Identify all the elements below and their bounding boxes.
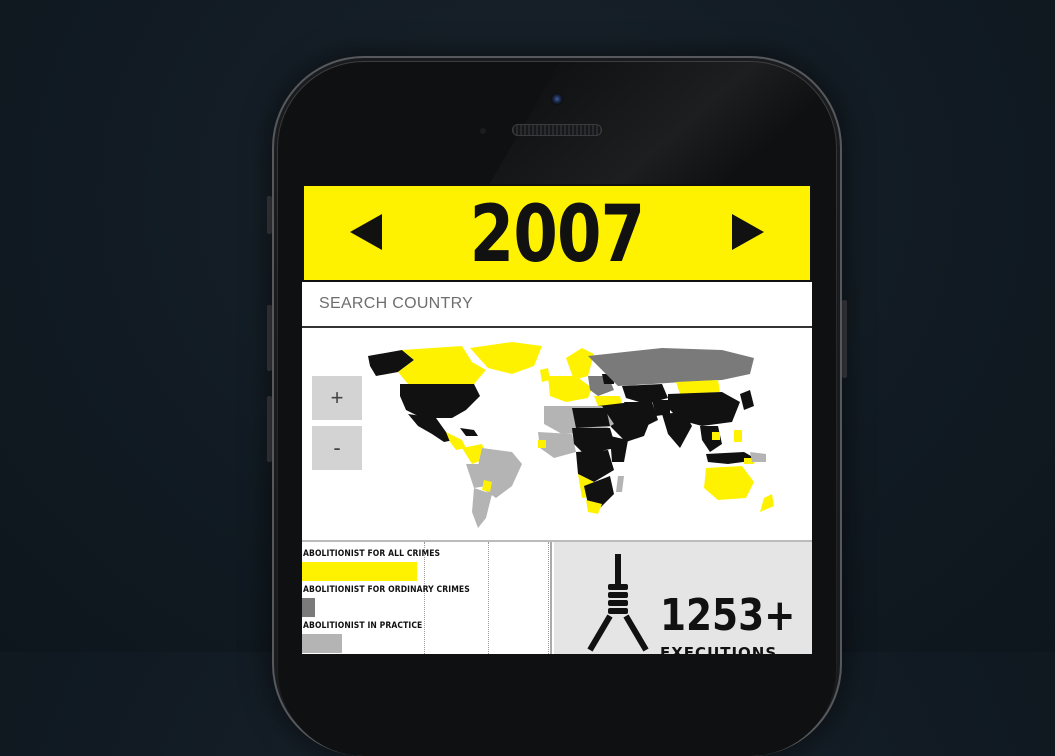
map-region-madagascar [616,476,624,492]
map-region-papua [750,452,766,462]
power-button [842,300,847,378]
legend-bar-abolitionist-practice[interactable] [302,634,342,653]
map-region-usa [400,384,480,418]
map-region-canada [398,346,486,386]
triangle-right-icon[interactable] [732,214,764,250]
legend-gridline [548,542,549,654]
map-region-korea-japan [740,390,754,410]
world-map[interactable] [362,336,802,532]
year-label: 2007 [469,190,646,280]
map-region-new-zealand [760,494,774,512]
map-region-western-europe [548,376,592,402]
search-country-input[interactable] [302,282,789,326]
map-region-argentina [472,488,492,528]
legend-label-abolitionist-all: ABOLITIONIST FOR ALL CRIMES [303,549,441,559]
legend-label-abolitionist-ordinary: ABOLITIONIST FOR ORDINARY CRIMES [303,585,470,595]
zoom-out-button[interactable]: - [312,426,362,470]
map-region-sudan-chad [572,428,616,454]
map-region-cambodia [712,432,720,440]
map-region-mongolia [676,380,720,394]
legend-gridline [488,542,489,654]
executions-count: 1253+ [660,590,796,641]
map-region-libya-egypt [572,408,610,428]
map-region-scandinavia [566,348,594,380]
map-region-mexico [408,414,454,442]
earpiece-speaker [512,124,602,136]
noose-icon [587,554,649,652]
app-screen: 2007 + - [302,184,812,654]
map-region-philippines [734,430,742,442]
map-region-russia [588,348,754,386]
proximity-sensor [480,128,486,134]
legend-bar-abolitionist-ordinary[interactable] [302,598,315,617]
executions-label: EXECUTIONS [660,644,778,654]
map-region-uk [540,368,550,382]
executions-panel: 1253+ EXECUTIONS [554,542,812,654]
year-selector: 2007 [302,184,812,282]
world-map-panel: + - [302,328,812,542]
map-region-senegal [538,440,546,448]
zoom-in-button[interactable]: + [312,376,362,420]
map-region-australia [704,466,754,500]
legend-bar-abolitionist-all[interactable] [302,562,417,581]
legend-chart: ABOLITIONIST FOR ALL CRIMES ABOLITIONIST… [302,542,552,654]
map-region-east-africa [610,436,628,462]
front-camera [551,93,563,105]
legend-label-abolitionist-practice: ABOLITIONIST IN PRACTICE [303,621,423,631]
map-region-caribbean [460,428,478,436]
search-bar [302,282,812,328]
